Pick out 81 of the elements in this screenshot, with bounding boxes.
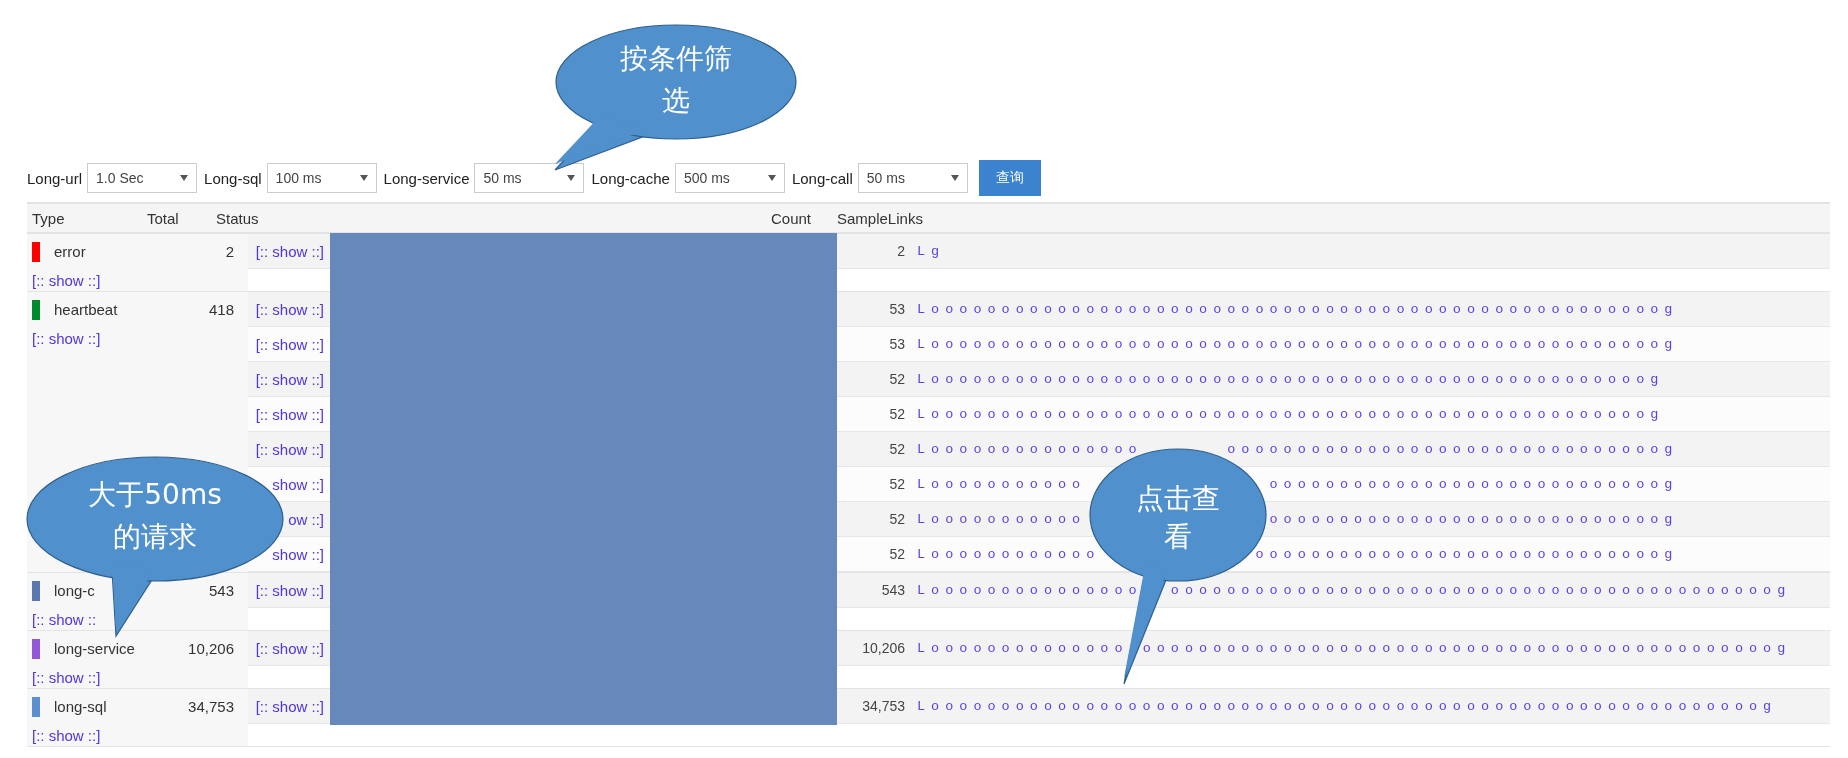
show-link[interactable]: [:: show ::] [32,329,101,347]
type-label: long-c [54,582,95,599]
column-header: SampleLinks [837,209,923,227]
table-cell-text: 52 [888,546,905,562]
table-cell-text: 2 [896,243,905,259]
table-cell-text: 10,206 [187,640,234,657]
table-cell-text: 34,753 [861,698,905,714]
caret-icon [359,175,368,181]
filter-select[interactable]: 100 ms [266,163,377,193]
sample-link[interactable]: ooooooooooooooooooooooooooooooooooooooooooog [1170,582,1792,598]
type-label: heartbeat [54,301,118,318]
filter-select[interactable]: 500 ms [674,163,785,193]
table-cell-text: 418 [207,301,234,318]
query-button[interactable]: 查询 [978,160,1041,196]
filter-select[interactable]: 1.0 Sec [87,163,198,193]
table-cell-text: 10,206 [861,640,905,656]
sample-link[interactable]: Loooooooooooo [917,546,1101,562]
callout-text: 大于50ms的请求 [87,477,223,555]
sample-link[interactable]: oooooooooooooooooooooooooooog [1269,476,1679,492]
filter-select[interactable]: 50 ms [857,163,968,193]
show-link[interactable]: [:: show ::] [255,370,324,388]
callout-text: 点击查看 [1135,481,1221,555]
show-link[interactable]: [:: show ::] [255,697,324,715]
table-cell-text: 543 [207,582,234,599]
sample-link[interactable]: Looooooooooooooooooooooooooooooooooooooooooooooooooooooooooog [917,698,1778,714]
show-link[interactable]: [:: show :: [32,610,97,628]
type-label: error [54,243,86,260]
table-cell-text: 53 [888,301,905,317]
table-cell-text: 52 [888,371,905,387]
sample-link[interactable]: Looooooooooooooooooooooooooooooooooooooooooooooooooog [917,406,1665,422]
callout-text: 按条件筛选 [619,41,733,119]
show-link[interactable]: [:: show ::] [255,300,324,318]
table-cell-text: 2 [224,243,234,260]
filter-label: Long-service [383,169,470,187]
show-link[interactable]: show ::] [272,545,324,563]
sample-link[interactable]: Loooooooooooooo [917,640,1129,656]
table-cell-text: 52 [888,406,905,422]
caret-icon [180,175,189,181]
caret-icon [567,175,576,181]
type-label: long-service [54,640,135,657]
table-cell-text: 53 [888,336,905,352]
show-link[interactable]: [:: show ::] [255,639,324,657]
type-label: long-sql [54,698,107,715]
column-header: Total [147,209,180,227]
filter-label: Long-call [791,169,853,187]
show-link[interactable]: [:: show ::] [255,405,324,423]
show-link[interactable]: [:: show ::] [32,271,101,289]
sample-link[interactable]: Looooooooooooooo [917,441,1143,457]
sample-link[interactable]: Looooooooooooooo [917,582,1143,598]
sample-link[interactable]: oooooooooooooooooooooooooooog [1269,511,1679,527]
table-cell-text: 52 [888,441,905,457]
filter-label: Long-sql [204,169,262,187]
table-cell-text: 52 [888,511,905,527]
show-link[interactable]: [:: show ::] [255,335,324,353]
sample-link[interactable]: Looooooooooo [917,511,1087,527]
sample-link[interactable]: ooooooooooooooooooooooooooooog [1255,546,1679,562]
show-link[interactable]: [:: show ::] [255,242,324,260]
show-link[interactable]: [:: show ::] [32,668,101,686]
show-link[interactable]: [:: show ::] [32,726,101,744]
sample-link[interactable]: Lg [917,243,946,259]
show-link[interactable]: [:: show ::] [255,581,324,599]
sample-link[interactable]: Looooooooooo [917,476,1087,492]
sample-link[interactable]: Looooooooooooooooooooooooooooooooooooooooooooooooooog [917,371,1665,387]
show-link[interactable]: ow ::] [288,510,324,528]
filter-select[interactable]: 50 ms [474,163,585,193]
table-cell-text: 52 [888,476,905,492]
sample-link[interactable]: Loooooooooooooooooooooooooooooooooooooooooooooooooooog [917,301,1679,317]
column-header: Type [31,209,66,227]
filter-label: Long-url [27,169,83,187]
show-link[interactable]: [:: show ::] [255,440,324,458]
sample-link[interactable]: ooooooooooooooooooooooooooooooooooooooooooooog [1142,640,1792,656]
column-header: Count [771,209,813,227]
table-cell-text: 543 [880,582,905,598]
caret-icon [767,175,776,181]
filter-label: Long-cache [591,169,670,187]
caret-icon [950,175,959,181]
table-cell-text: 34,753 [187,698,234,715]
sample-link[interactable]: ooooooooooooooooooooooooooooooog [1227,441,1679,457]
column-header: Status [215,209,260,227]
sample-link[interactable]: Loooooooooooooooooooooooooooooooooooooooooooooooooooog [917,336,1679,352]
show-link[interactable]: show ::] [272,475,324,493]
